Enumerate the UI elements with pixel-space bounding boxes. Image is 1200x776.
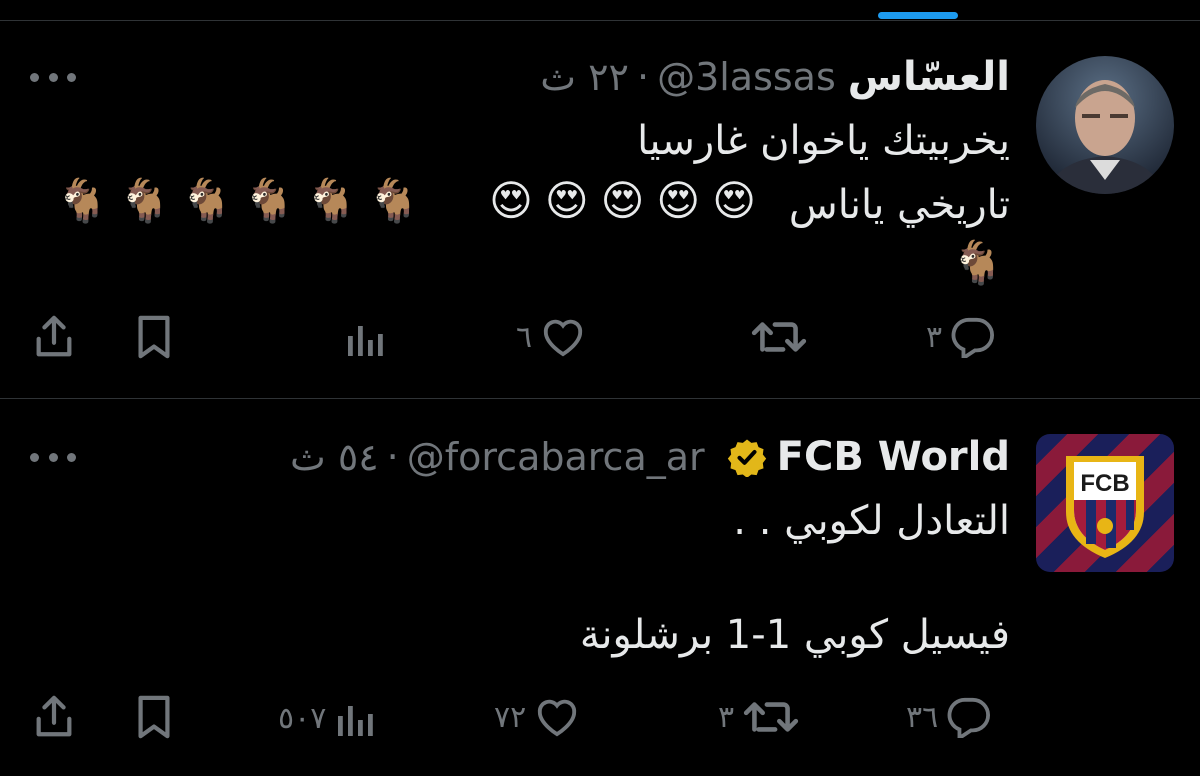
bookmark-icon (138, 315, 170, 359)
goat-emojis-line-1: 🐐🐐🐐🐐🐐🐐 (56, 176, 430, 225)
verified-badge-icon[interactable] (727, 437, 767, 477)
analytics-icon (348, 326, 383, 356)
retweet-button[interactable]: ٣ (718, 696, 800, 738)
reply-count: ٣٦ (906, 699, 939, 735)
views-button[interactable]: ٥٠٧ (278, 698, 374, 738)
author-name[interactable]: العسّاس (848, 54, 1010, 100)
reply-icon (951, 317, 995, 358)
avatar[interactable]: FCB (1036, 434, 1174, 572)
tweet-text-line-2: فيسيل كوبي 1-1 برشلونة (579, 612, 1010, 658)
tweet-header: العسّاس @3lassas · ٢٢ ث (540, 52, 1010, 102)
retweet-button[interactable] (750, 316, 808, 358)
bookmark-icon (138, 695, 170, 739)
author-handle[interactable]: @3lassas (657, 55, 836, 99)
avatar-label: FCB (1080, 470, 1130, 497)
like-count: ٦ (516, 319, 533, 355)
timestamp[interactable]: ٢٢ ث (540, 55, 629, 99)
bookmark-button[interactable] (134, 694, 174, 740)
author-handle[interactable]: @forcabarca_ar (407, 435, 705, 479)
share-button[interactable] (32, 314, 76, 360)
analytics-icon (338, 706, 374, 736)
tweet-text-line-1: يخربيتك ياخوان غارسيا (637, 118, 1010, 164)
goat-emojis-line-2: 🐐 (951, 238, 1004, 287)
more-options-icon[interactable] (30, 71, 76, 83)
like-button[interactable]: ٧٢ (494, 696, 580, 738)
reply-count: ٣ (926, 319, 943, 355)
heart-icon (538, 699, 577, 737)
separator: · (636, 55, 650, 99)
reply-button[interactable]: ٣٦ (906, 696, 992, 738)
bookmark-button[interactable] (134, 314, 174, 360)
views-count: ٥٠٧ (278, 700, 327, 736)
reply-icon (947, 697, 991, 738)
share-icon (36, 315, 72, 357)
author-name[interactable]: FCB World (777, 434, 1010, 480)
timestamp[interactable]: ٥٤ ث (290, 435, 379, 479)
person-photo-icon (1036, 56, 1174, 194)
more-options-icon[interactable] (30, 451, 76, 463)
views-button[interactable] (344, 318, 384, 358)
reply-button[interactable]: ٣ (926, 316, 996, 358)
like-button[interactable]: ٦ (516, 316, 586, 358)
heart-eyes-emojis: 😍😍😍😍😍 (489, 176, 768, 225)
tweet-text-line-1: التعادل لكوبي . . (733, 498, 1010, 544)
retweet-count: ٣ (718, 699, 735, 735)
tweet-divider (0, 398, 1200, 399)
retweet-icon (743, 702, 799, 732)
tweet-text-line-2: تاريخي ياناس (788, 182, 1010, 228)
heart-icon (544, 319, 583, 357)
like-count: ٧٢ (494, 699, 527, 735)
separator: · (386, 435, 399, 479)
top-border (0, 20, 1200, 21)
tweet-header: FCB World @forcabarca_ar · ٥٤ ث (290, 432, 1010, 482)
fcb-crest-icon (1066, 456, 1144, 558)
share-button[interactable] (32, 694, 76, 740)
tab-indicator (878, 12, 958, 19)
avatar[interactable] (1036, 56, 1174, 194)
share-icon (36, 695, 72, 737)
retweet-icon (751, 322, 807, 352)
